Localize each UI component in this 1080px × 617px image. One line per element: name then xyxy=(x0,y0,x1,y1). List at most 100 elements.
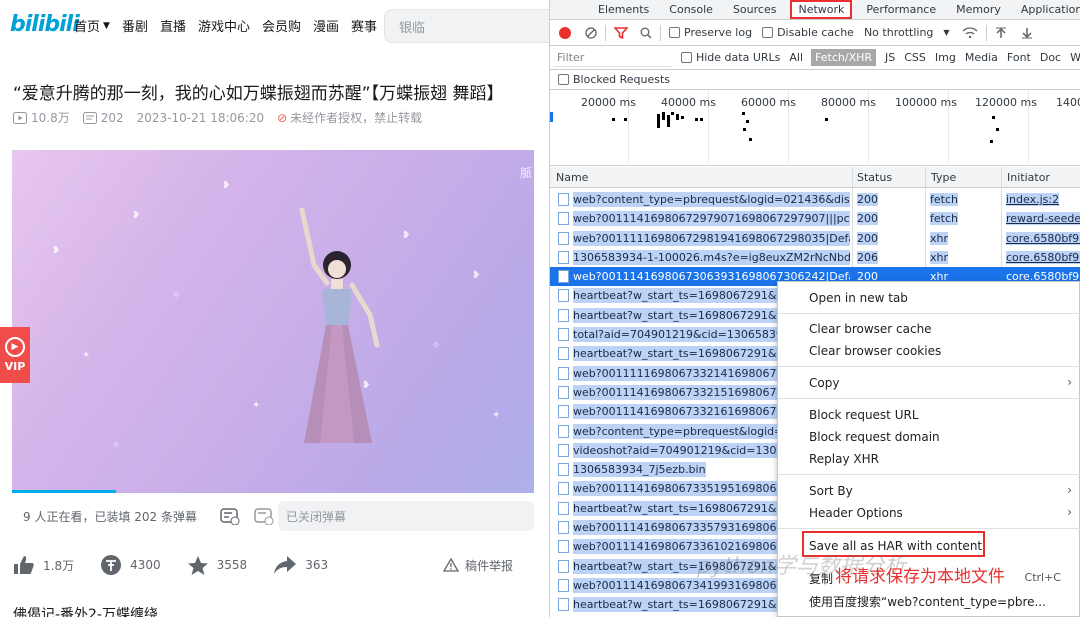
filter-type-doc[interactable]: Doc xyxy=(1040,51,1061,64)
column-type[interactable]: Type xyxy=(931,171,956,184)
danmaku-settings-icon[interactable] xyxy=(254,507,274,525)
nav-item-shop[interactable]: 会员购 xyxy=(262,16,301,35)
nav-item-esports[interactable]: 赛事 xyxy=(351,16,377,35)
nav-item-home[interactable]: 首页 ▼ xyxy=(74,16,110,35)
request-name: web?00111416980673321616980673319 xyxy=(573,404,805,420)
filter-type-all[interactable]: All xyxy=(789,51,803,64)
column-name[interactable]: Name xyxy=(556,171,588,184)
request-name: 1306583934_7j5ezb.bin xyxy=(573,462,706,478)
tab-console[interactable]: Console xyxy=(669,3,713,16)
menu-item-clear-cache[interactable]: Clear browser cache xyxy=(809,322,932,336)
butterfly-decoration: ✧ xyxy=(172,290,181,301)
tab-elements[interactable]: Elements xyxy=(598,3,649,16)
network-conditions-icon[interactable] xyxy=(962,26,978,39)
share-icon xyxy=(274,556,297,574)
timeline-tick: 20000 ms xyxy=(581,96,636,109)
menu-item-replay-xhr[interactable]: Replay XHR xyxy=(809,452,879,466)
filter-type-ws[interactable]: W xyxy=(1070,51,1080,64)
video-player[interactable]: 脈 ❥ ✦ ❥ ✧ ❥ ✦ ❥ ✧ ❥ ✦ ❥ ✧ xyxy=(12,150,534,493)
network-controls: Preserve log Disable cache No throttling… xyxy=(550,20,1080,46)
menu-item-header-options[interactable]: Header Options xyxy=(809,506,903,520)
filter-type-font[interactable]: Font xyxy=(1007,51,1031,64)
favorite-button[interactable]: 3558 xyxy=(187,555,247,576)
menu-item-clear-cookies[interactable]: Clear browser cookies xyxy=(809,344,941,358)
bilibili-page: bilibili 首页 ▼ 番剧 直播 游戏中心 会员购 漫画 赛事 银临 “爱意… xyxy=(0,0,549,617)
like-button[interactable]: 1.8万 xyxy=(13,555,74,575)
menu-item-block-domain[interactable]: Block request domain xyxy=(809,430,940,444)
tab-memory[interactable]: Memory xyxy=(956,3,1001,16)
menu-item-baidu-search[interactable]: 使用百度搜索“web?content_type=pbre... xyxy=(809,593,1046,610)
file-icon xyxy=(558,231,569,245)
viewer-count: 9 人正在看，已装填 202 条弹幕 xyxy=(23,509,197,524)
menu-item-block-url[interactable]: Block request URL xyxy=(809,408,919,422)
danmaku-input[interactable]: 已关闭弹幕 xyxy=(278,501,534,531)
initiator-link[interactable]: reward-seeder- xyxy=(1006,212,1080,226)
danmaku-toggle-icon[interactable] xyxy=(220,507,240,525)
search-input[interactable]: 银临 xyxy=(384,9,549,43)
request-name: heartbeat?w_start_ts=1698067291&w_mid xyxy=(573,307,812,323)
search-placeholder: 银临 xyxy=(399,20,426,36)
menu-item-copy[interactable]: Copy xyxy=(809,376,839,390)
hide-data-urls-checkbox[interactable]: Hide data URLs xyxy=(680,51,780,64)
menu-item-sort-by[interactable]: Sort By xyxy=(809,484,853,498)
preserve-log-checkbox[interactable]: Preserve log xyxy=(669,26,752,39)
tab-sources[interactable]: Sources xyxy=(733,3,777,16)
blocked-requests-checkbox[interactable]: Blocked Requests xyxy=(550,70,1080,90)
tab-application[interactable]: Application xyxy=(1021,3,1080,16)
file-icon xyxy=(558,366,569,380)
nav-item-games[interactable]: 游戏中心 xyxy=(198,16,250,35)
player-progress-bar[interactable] xyxy=(12,490,116,493)
nav-item-live[interactable]: 直播 xyxy=(160,16,186,35)
column-status[interactable]: Status xyxy=(857,171,892,184)
request-initiator[interactable]: core.6580bf98.js xyxy=(1006,250,1080,265)
filter-icon[interactable] xyxy=(614,26,628,39)
filter-type-css[interactable]: CSS xyxy=(904,51,926,64)
filter-input[interactable]: Filter xyxy=(554,49,671,67)
butterfly-decoration: ❥ xyxy=(52,245,61,256)
rights-notice: ⊘ 未经作者授权，禁止转载 xyxy=(277,109,422,126)
report-button[interactable]: 稿件举报 xyxy=(443,557,513,574)
clear-icon[interactable] xyxy=(585,26,597,39)
request-initiator[interactable]: core.6580bf98.js xyxy=(1006,231,1080,246)
danmaku-input-placeholder: 已关闭弹幕 xyxy=(286,509,347,524)
request-row[interactable]: 1306583934-1-100026.m4s?e=ig8euxZM2rNcNb… xyxy=(550,248,1080,267)
nav-item-anime[interactable]: 番剧 xyxy=(122,16,148,35)
next-video-title[interactable]: 佛偈记-番外2-万蝶缠绕 xyxy=(13,604,158,617)
network-overview[interactable]: 20000 ms 40000 ms 60000 ms 80000 ms 1000… xyxy=(550,90,1080,166)
coin-button[interactable]: 4300 xyxy=(100,554,161,576)
filter-type-img[interactable]: Img xyxy=(935,51,956,64)
throttling-select[interactable]: No throttling ▼ xyxy=(864,26,950,39)
disable-cache-checkbox[interactable]: Disable cache xyxy=(762,26,854,39)
request-initiator[interactable]: reward-seeder- xyxy=(1006,211,1080,226)
publish-datetime: 2023-10-21 18:06:20 xyxy=(136,110,265,125)
file-icon xyxy=(558,540,569,554)
export-har-icon[interactable] xyxy=(1021,27,1033,39)
share-button[interactable]: 363 xyxy=(273,555,328,575)
filter-type-js[interactable]: JS xyxy=(885,51,895,64)
filter-type-media[interactable]: Media xyxy=(965,51,998,64)
nav-item-manga[interactable]: 漫画 xyxy=(313,16,339,35)
request-name: heartbeat?w_start_ts=1698067291&w_mid xyxy=(573,288,812,304)
record-icon[interactable] xyxy=(559,26,571,39)
filter-bar: Filter Hide data URLs All Fetch/XHR JS C… xyxy=(550,46,1080,70)
request-row[interactable]: web?content_type=pbrequest&logid=021436&… xyxy=(550,190,1080,209)
request-initiator[interactable]: index.js:2 xyxy=(1006,192,1080,207)
bilibili-logo[interactable]: bilibili xyxy=(10,12,80,37)
video-meta: 10.8万 202 2023-10-21 18:06:20 ⊘ 未经作者授权，禁止… xyxy=(13,109,435,126)
search-icon[interactable] xyxy=(640,27,652,39)
chevron-down-icon: ▼ xyxy=(103,20,110,31)
initiator-link[interactable]: core.6580bf98.js xyxy=(1006,231,1080,245)
filter-type-fetch-xhr[interactable]: Fetch/XHR xyxy=(811,49,877,66)
initiator-link[interactable]: core.6580bf98.js xyxy=(1006,250,1080,264)
request-row[interactable]: web?00111116980672981941698067298035|Def… xyxy=(550,229,1080,248)
column-initiator[interactable]: Initiator xyxy=(1007,171,1050,184)
tab-performance[interactable]: Performance xyxy=(866,3,936,16)
import-har-icon[interactable] xyxy=(995,27,1007,39)
request-name: web?00111416980672979071698067297907|||p… xyxy=(573,211,850,227)
menu-item-open-new-tab[interactable]: Open in new tab xyxy=(809,291,908,305)
copy-shortcut: Ctrl+C xyxy=(1024,571,1061,584)
initiator-link[interactable]: index.js:2 xyxy=(1006,193,1060,206)
request-row[interactable]: web?00111416980672979071698067297907|||p… xyxy=(550,209,1080,228)
vip-badge[interactable]: ▶ VIP xyxy=(0,327,30,383)
tab-network[interactable]: Network xyxy=(790,0,853,19)
